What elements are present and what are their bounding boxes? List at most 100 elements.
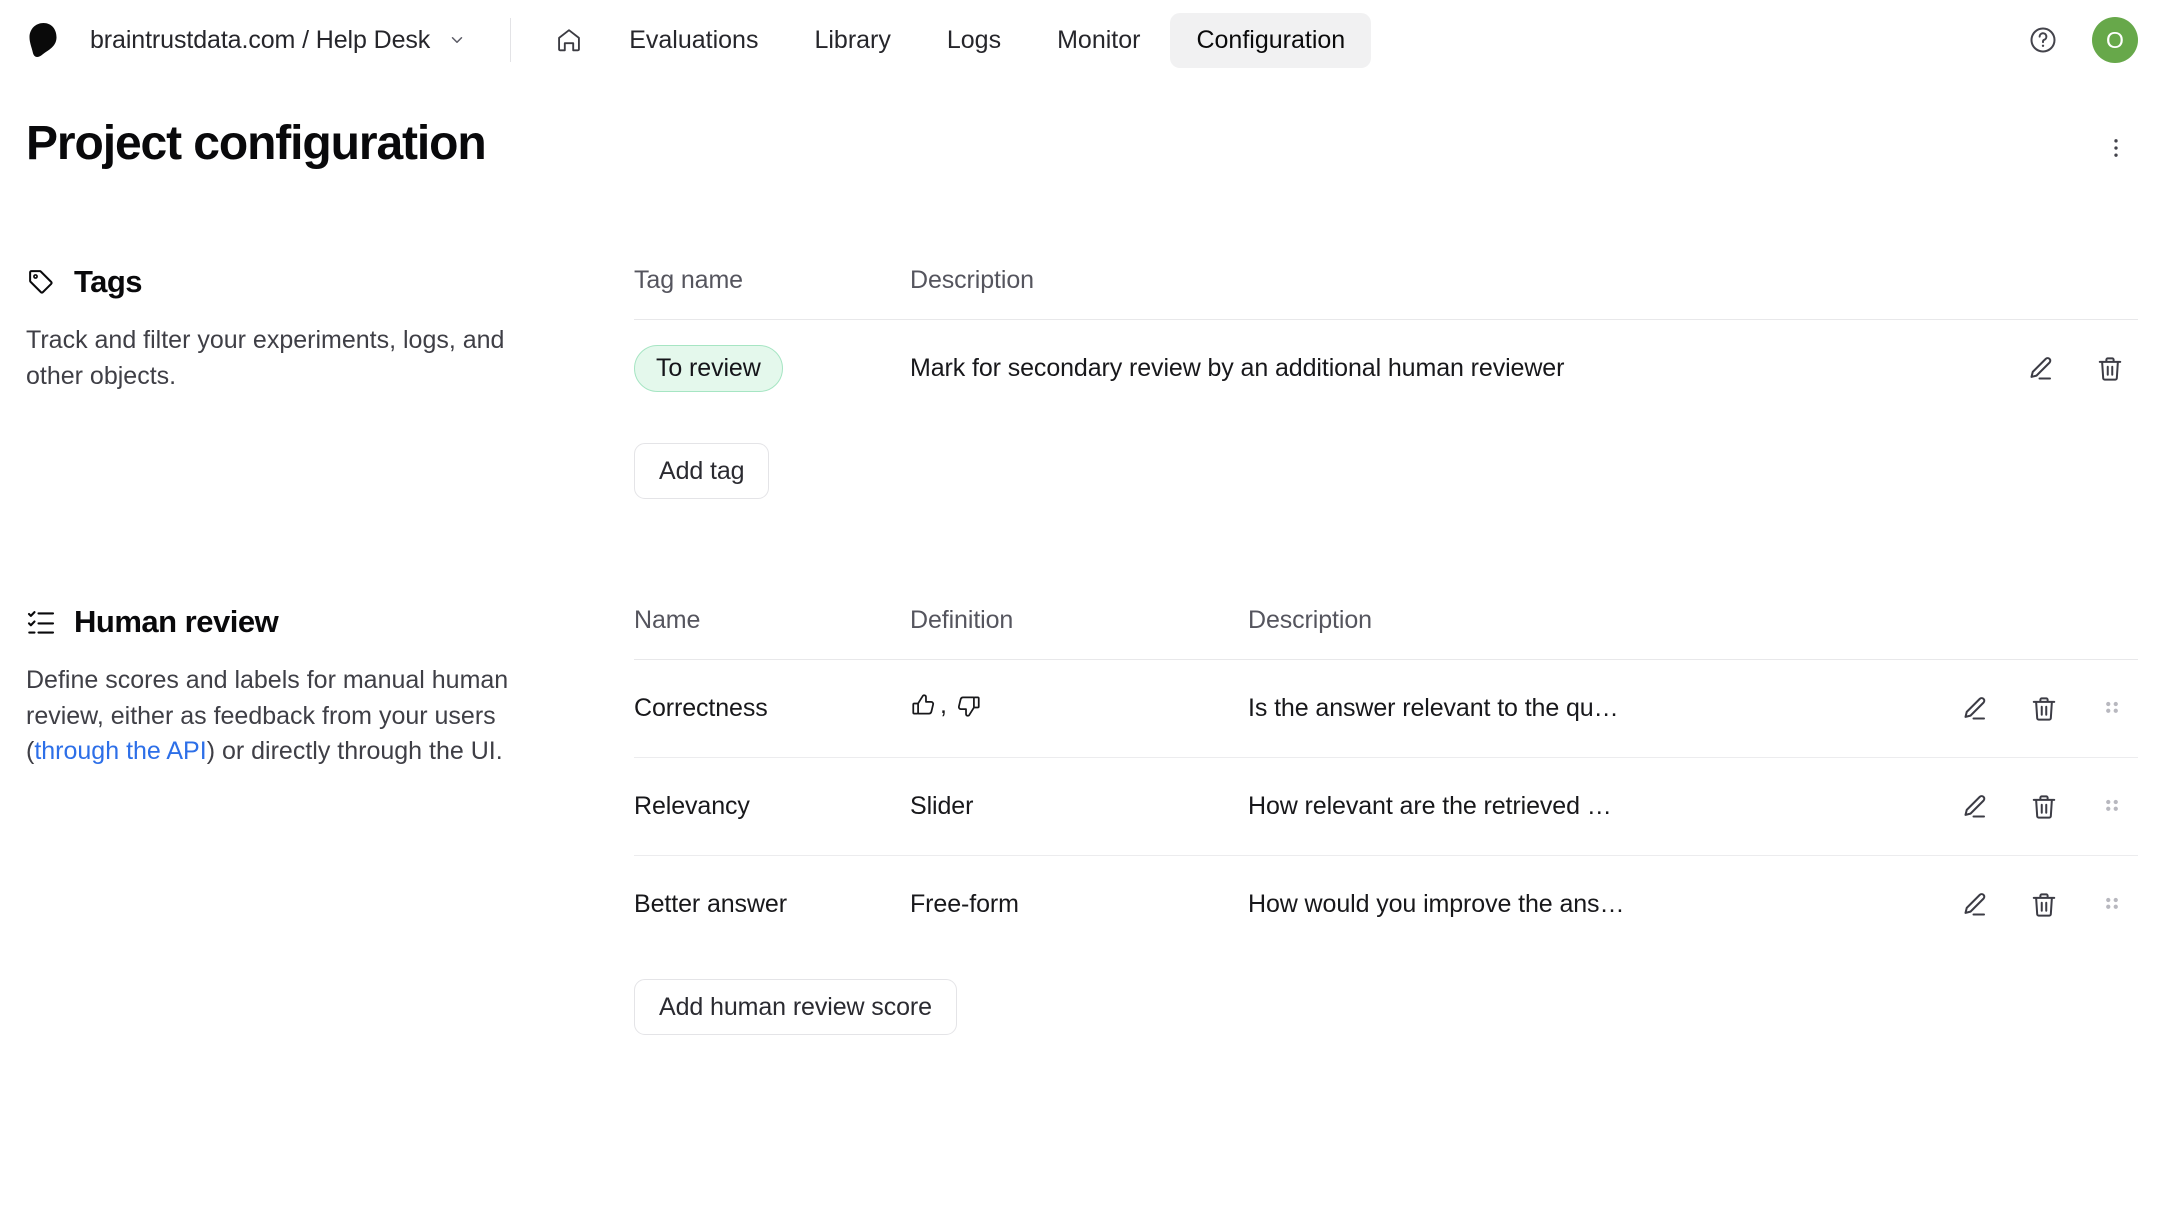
score-row-actions	[1878, 885, 2138, 925]
workspace-breadcrumb-label: braintrustdata.com / Help Desk	[90, 28, 430, 53]
top-navigation-bar: braintrustdata.com / Help Desk Evaluatio…	[0, 0, 2164, 80]
topbar-right-actions: O	[2026, 17, 2138, 63]
tag-name-cell: To review	[634, 320, 910, 418]
tag-description-cell: Mark for secondary review by an addition…	[910, 320, 1938, 418]
nav-item-library[interactable]: Library	[788, 13, 916, 68]
tag-icon	[26, 267, 56, 297]
delete-tag-button[interactable]	[2090, 349, 2130, 389]
human-review-section-heading: Human review	[26, 606, 594, 637]
human-review-column-header-description: Description	[1248, 606, 1878, 660]
edit-score-button[interactable]	[1954, 689, 1994, 729]
score-name-cell: Correctness	[634, 660, 910, 758]
score-definition-cell: ,	[910, 660, 1248, 758]
human-review-column-header-definition: Definition	[910, 606, 1248, 660]
human-review-column-header-name: Name	[634, 606, 910, 660]
tag-description-text: Mark for secondary review by an addition…	[910, 354, 1938, 383]
tags-column-header-description: Description	[910, 266, 1938, 320]
human-review-section: Human review Define scores and labels fo…	[26, 606, 2138, 1035]
thumbs-down-icon	[955, 692, 982, 719]
page-title: Project configuration	[26, 116, 486, 171]
score-name-cell: Better answer	[634, 856, 910, 954]
avatar[interactable]: O	[2092, 17, 2138, 63]
trash-icon	[2029, 890, 2059, 920]
chevron-down-icon	[448, 31, 466, 49]
trash-icon	[2029, 694, 2059, 724]
score-description-cell: How relevant are the retrieved …	[1248, 758, 1878, 856]
definition-separator: ,	[940, 693, 947, 718]
tags-table-header-row: Tag name Description	[634, 266, 2138, 320]
nav-item-configuration[interactable]: Configuration	[1170, 13, 1371, 68]
add-human-review-score-button[interactable]: Add human review score	[634, 979, 957, 1035]
score-actions-cell	[1878, 660, 2138, 758]
tag-actions-cell	[1938, 320, 2138, 418]
home-icon	[555, 26, 583, 54]
score-name-cell: Relevancy	[634, 758, 910, 856]
page-content: Tags Track and filter your experiments, …	[0, 266, 2164, 1035]
pencil-icon	[1959, 792, 1989, 822]
table-row: Better answer Free-form How would you im…	[634, 856, 2138, 954]
delete-score-button[interactable]	[2024, 689, 2064, 729]
human-review-table: Name Definition Description Correctness	[634, 606, 2138, 954]
score-actions-cell	[1878, 758, 2138, 856]
trash-icon	[2029, 792, 2059, 822]
tags-section-aside: Tags Track and filter your experiments, …	[26, 266, 634, 394]
tags-section: Tags Track and filter your experiments, …	[26, 266, 2138, 499]
pencil-icon	[2025, 354, 2055, 384]
table-row: Relevancy Slider How relevant are the re…	[634, 758, 2138, 856]
tags-column-header-actions	[1938, 266, 2138, 320]
human-review-section-description: Define scores and labels for manual huma…	[26, 663, 556, 770]
edit-tag-button[interactable]	[2020, 349, 2060, 389]
score-definition-cell: Slider	[910, 758, 1248, 856]
score-row-actions	[1878, 787, 2138, 827]
nav-home-button[interactable]	[539, 13, 599, 67]
drag-handle-icon[interactable]	[2094, 689, 2130, 729]
thumbs-definition: ,	[910, 692, 982, 719]
human-review-section-aside: Human review Define scores and labels fo…	[26, 606, 634, 770]
braintrust-logo-icon	[22, 19, 64, 61]
page-options-menu-button[interactable]	[2094, 126, 2138, 170]
help-circle-icon[interactable]	[2026, 23, 2060, 57]
more-vertical-icon	[2103, 135, 2129, 161]
nav-item-monitor[interactable]: Monitor	[1031, 13, 1166, 68]
score-actions-cell	[1878, 856, 2138, 954]
thumbs-up-icon	[910, 692, 937, 719]
drag-handle-icon[interactable]	[2094, 787, 2130, 827]
tags-section-main: Tag name Description To review Mark for …	[634, 266, 2138, 499]
score-description-text: How relevant are the retrieved …	[1248, 792, 1878, 821]
toolbar-divider	[510, 18, 511, 62]
pencil-icon	[1959, 890, 1989, 920]
delete-score-button[interactable]	[2024, 885, 2064, 925]
human-review-heading-label: Human review	[74, 606, 278, 637]
human-review-description-after: ) or directly through the UI.	[207, 737, 503, 765]
main-nav: Evaluations Library Logs Monitor Configu…	[539, 13, 1371, 68]
tags-section-heading: Tags	[26, 266, 594, 297]
status-badge[interactable]: To review	[634, 345, 783, 392]
brand-area: braintrustdata.com / Help Desk	[22, 19, 476, 61]
tags-table: Tag name Description To review Mark for …	[634, 266, 2138, 418]
tags-column-header-name: Tag name	[634, 266, 910, 320]
list-checks-icon	[26, 607, 56, 637]
human-review-section-main: Name Definition Description Correctness	[634, 606, 2138, 1035]
edit-score-button[interactable]	[1954, 787, 1994, 827]
table-row: To review Mark for secondary review by a…	[634, 320, 2138, 418]
nav-item-evaluations[interactable]: Evaluations	[603, 13, 784, 68]
workspace-breadcrumb[interactable]: braintrustdata.com / Help Desk	[86, 22, 476, 59]
page-header: Project configuration	[0, 80, 2164, 171]
tag-row-actions	[1938, 349, 2138, 389]
score-definition-cell: Free-form	[910, 856, 1248, 954]
score-description-cell: How would you improve the ans…	[1248, 856, 1878, 954]
drag-handle-icon[interactable]	[2094, 885, 2130, 925]
score-description-cell: Is the answer relevant to the qu…	[1248, 660, 1878, 758]
nav-item-logs[interactable]: Logs	[921, 13, 1027, 68]
human-review-column-header-actions	[1878, 606, 2138, 660]
score-description-text: How would you improve the ans…	[1248, 890, 1878, 919]
trash-icon	[2095, 354, 2125, 384]
delete-score-button[interactable]	[2024, 787, 2064, 827]
through-the-api-link[interactable]: through the API	[34, 737, 206, 765]
add-tag-button[interactable]: Add tag	[634, 443, 769, 499]
tags-section-description: Track and filter your experiments, logs,…	[26, 323, 556, 394]
table-row: Correctness ,	[634, 660, 2138, 758]
edit-score-button[interactable]	[1954, 885, 1994, 925]
score-row-actions	[1878, 689, 2138, 729]
score-description-text: Is the answer relevant to the qu…	[1248, 694, 1878, 723]
